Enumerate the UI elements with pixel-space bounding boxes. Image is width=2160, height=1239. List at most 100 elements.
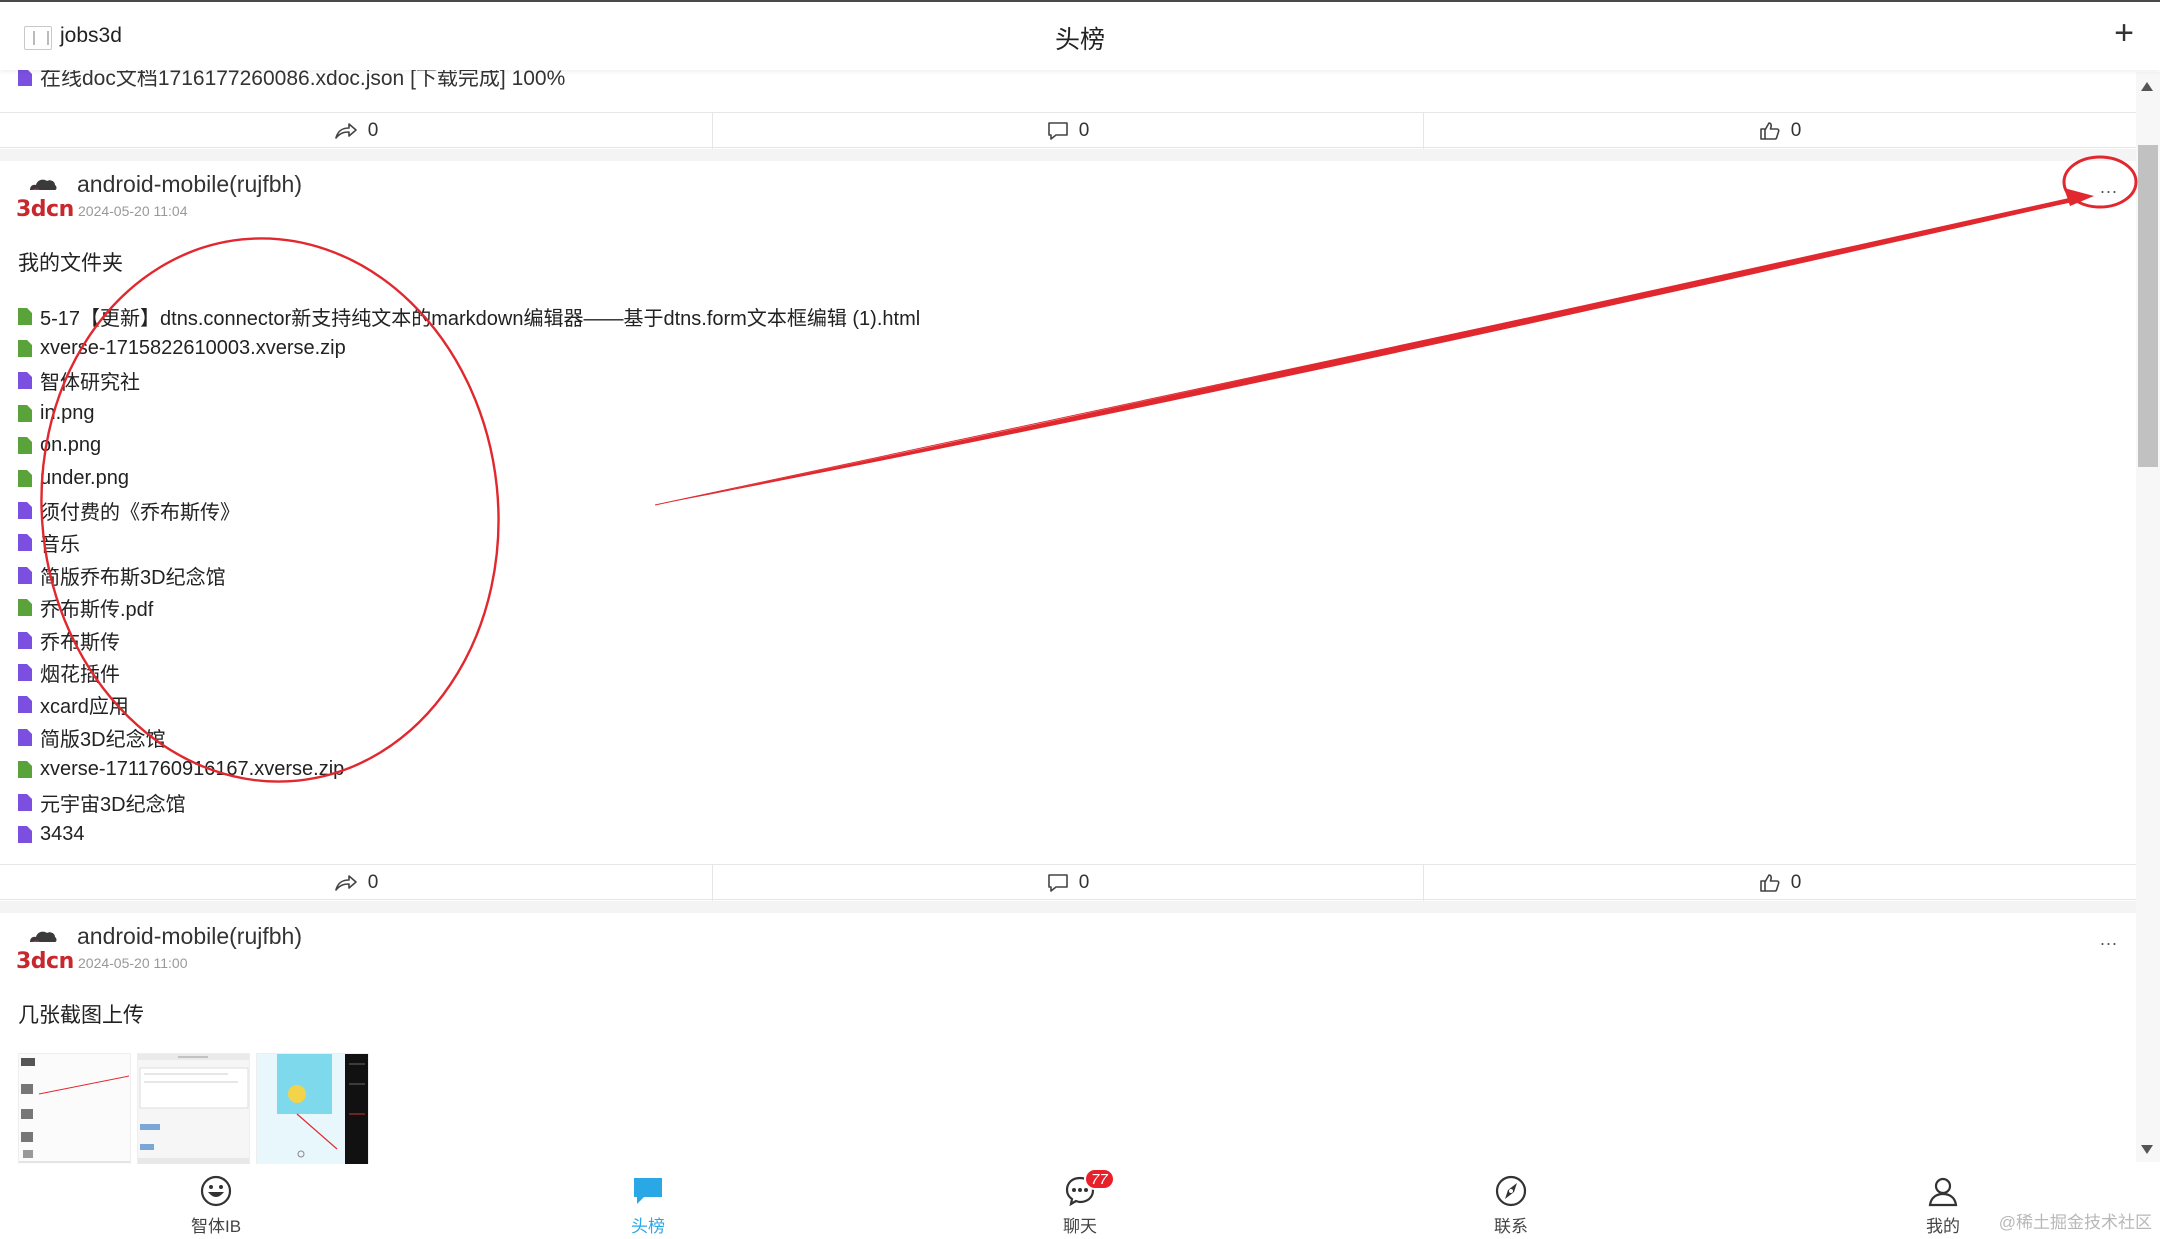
file-icon <box>18 437 32 455</box>
nav-label: 聊天 <box>1063 1217 1097 1236</box>
file-name: xverse-1715822610003.xverse.zip <box>40 337 346 360</box>
nav-item-me[interactable]: 我的 <box>1883 1174 2003 1237</box>
nav-item-chat[interactable]: 77 聊天 <box>1020 1168 1140 1237</box>
folder-icon <box>18 534 32 552</box>
file-item[interactable]: 乔布斯传.pdf <box>18 592 920 624</box>
folder-icon <box>18 566 32 584</box>
page-title: 头榜 <box>1054 26 1105 54</box>
folder-item[interactable]: 简版3D纪念馆 <box>18 721 920 753</box>
post-text: 几张截图上传 <box>18 1004 144 1027</box>
like-button[interactable]: 0 <box>1424 113 2136 149</box>
avatar[interactable]: 3dcn <box>16 175 74 223</box>
file-name: on.png <box>40 434 102 457</box>
post-card: 3dcn android-mobile(rujfbh) 2024-05-20 1… <box>0 161 2136 872</box>
file-name: 5-17【更新】dtns.connector新支持纯文本的markdown编辑器… <box>40 307 921 330</box>
file-name: 音乐 <box>40 534 80 557</box>
image-thumbnails <box>18 1053 369 1166</box>
watermark: @稀土掘金技术社区 <box>1998 1213 2152 1232</box>
file-icon <box>18 761 32 779</box>
file-name: in.png <box>40 401 95 424</box>
share-button[interactable]: 0 <box>0 113 712 149</box>
comment-count: 0 <box>1078 872 1090 893</box>
compass-icon <box>1494 1174 1528 1208</box>
user-icon <box>1926 1174 1960 1208</box>
share-button[interactable]: 0 <box>0 865 712 901</box>
comment-button[interactable]: 0 <box>712 113 1424 149</box>
post-author[interactable]: android-mobile(rujfbh) <box>77 923 302 950</box>
file-icon <box>18 307 32 325</box>
folder-item[interactable]: 音乐 <box>18 527 920 559</box>
screenshot-thumbnail[interactable] <box>256 1053 369 1166</box>
file-item[interactable]: in.png <box>18 397 920 429</box>
post-separator <box>0 901 2136 913</box>
file-item[interactable]: under.png <box>18 462 920 494</box>
cloud-logo-icon <box>30 931 57 942</box>
folder-item[interactable]: 3434 <box>18 818 920 850</box>
chat-bubble-icon <box>631 1174 665 1208</box>
post-author[interactable]: android-mobile(rujfbh) <box>77 171 302 198</box>
file-name: 乔布斯传.pdf <box>40 599 154 622</box>
comment-icon <box>1047 122 1068 140</box>
folder-icon <box>18 728 32 746</box>
file-item[interactable]: 5-17【更新】dtns.connector新支持纯文本的markdown编辑器… <box>18 300 920 332</box>
nav-label: 我的 <box>1926 1217 1960 1236</box>
folder-icon <box>18 502 32 520</box>
folder-icon <box>18 70 32 86</box>
nav-label: 头榜 <box>631 1217 665 1236</box>
comment-button[interactable]: 0 <box>712 865 1424 901</box>
folder-item[interactable]: 元宇宙3D纪念馆 <box>18 786 920 818</box>
folder-item[interactable]: 须付费的《乔布斯传》 <box>18 494 920 526</box>
action-bar: 0 0 0 <box>0 112 2136 149</box>
scroll-up-arrow-icon[interactable] <box>2141 82 2153 91</box>
brand-logo: 3dcn <box>16 197 74 222</box>
like-button[interactable]: 0 <box>1424 865 2136 901</box>
remnant-file-row[interactable]: 在线doc文档1716177260086.xdoc.json [下载完成] 10… <box>18 70 565 92</box>
folder-item[interactable]: xcard应用 <box>18 689 920 721</box>
bottom-nav: 智体IB 头榜 77 聊天 联系 我的 <box>0 1164 2160 1239</box>
remnant-file-name: 在线doc文档1716177260086.xdoc.json [下载完成] 10… <box>40 70 566 90</box>
thumbs-up-icon <box>1759 122 1780 140</box>
file-name: xverse-1711760916167.xverse.zip <box>40 758 345 781</box>
app-header: jobs3d 头榜 + <box>0 2 2160 70</box>
file-name: 3434 <box>40 822 85 845</box>
smile-icon <box>199 1174 233 1208</box>
post-time: 2024-05-20 11:00 <box>78 955 188 971</box>
brand-logo: 3dcn <box>16 949 74 974</box>
folder-icon <box>18 663 32 681</box>
add-post-button[interactable]: + <box>2114 16 2134 50</box>
file-icon <box>18 599 32 617</box>
nav-item-toubang[interactable]: 头榜 <box>588 1174 708 1237</box>
folder-item[interactable]: 烟花插件 <box>18 656 920 688</box>
file-icon <box>18 340 32 358</box>
file-name: 简版乔布斯3D纪念馆 <box>40 566 226 589</box>
folder-item[interactable]: 乔布斯传 <box>18 624 920 656</box>
file-icon <box>18 469 32 487</box>
file-list: 5-17【更新】dtns.connector新支持纯文本的markdown编辑器… <box>18 300 920 851</box>
file-item[interactable]: xverse-1711760916167.xverse.zip <box>18 753 920 785</box>
screenshot-thumbnail[interactable] <box>137 1053 250 1166</box>
folder-icon <box>18 631 32 649</box>
comment-icon <box>1047 874 1068 892</box>
folder-icon <box>18 372 32 390</box>
file-item[interactable]: on.png <box>18 430 920 462</box>
post-separator <box>0 149 2136 161</box>
nav-item-contacts[interactable]: 联系 <box>1451 1174 1571 1237</box>
file-item[interactable]: xverse-1715822610003.xverse.zip <box>18 332 920 364</box>
share-count: 0 <box>367 120 379 141</box>
file-name: 智体研究社 <box>40 372 140 395</box>
nav-item-zhiti[interactable]: 智体IB <box>156 1174 276 1237</box>
avatar[interactable]: 3dcn <box>16 927 74 975</box>
more-options-button[interactable]: ... <box>2100 177 2118 198</box>
thumbs-up-icon <box>1759 874 1780 892</box>
folder-item[interactable]: 智体研究社 <box>18 365 920 397</box>
more-options-button[interactable]: ... <box>2100 929 2118 950</box>
screenshot-thumbnail[interactable] <box>18 1053 131 1166</box>
folder-item[interactable]: 简版乔布斯3D纪念馆 <box>18 559 920 591</box>
file-name: 烟花插件 <box>40 663 120 686</box>
share-icon <box>334 123 357 139</box>
scroll-down-arrow-icon[interactable] <box>2141 1145 2153 1154</box>
post-text: 我的文件夹 <box>18 252 123 275</box>
cloud-logo-icon <box>30 179 57 190</box>
post-time: 2024-05-20 11:04 <box>78 203 188 219</box>
scrollbar-thumb[interactable] <box>2138 145 2158 467</box>
